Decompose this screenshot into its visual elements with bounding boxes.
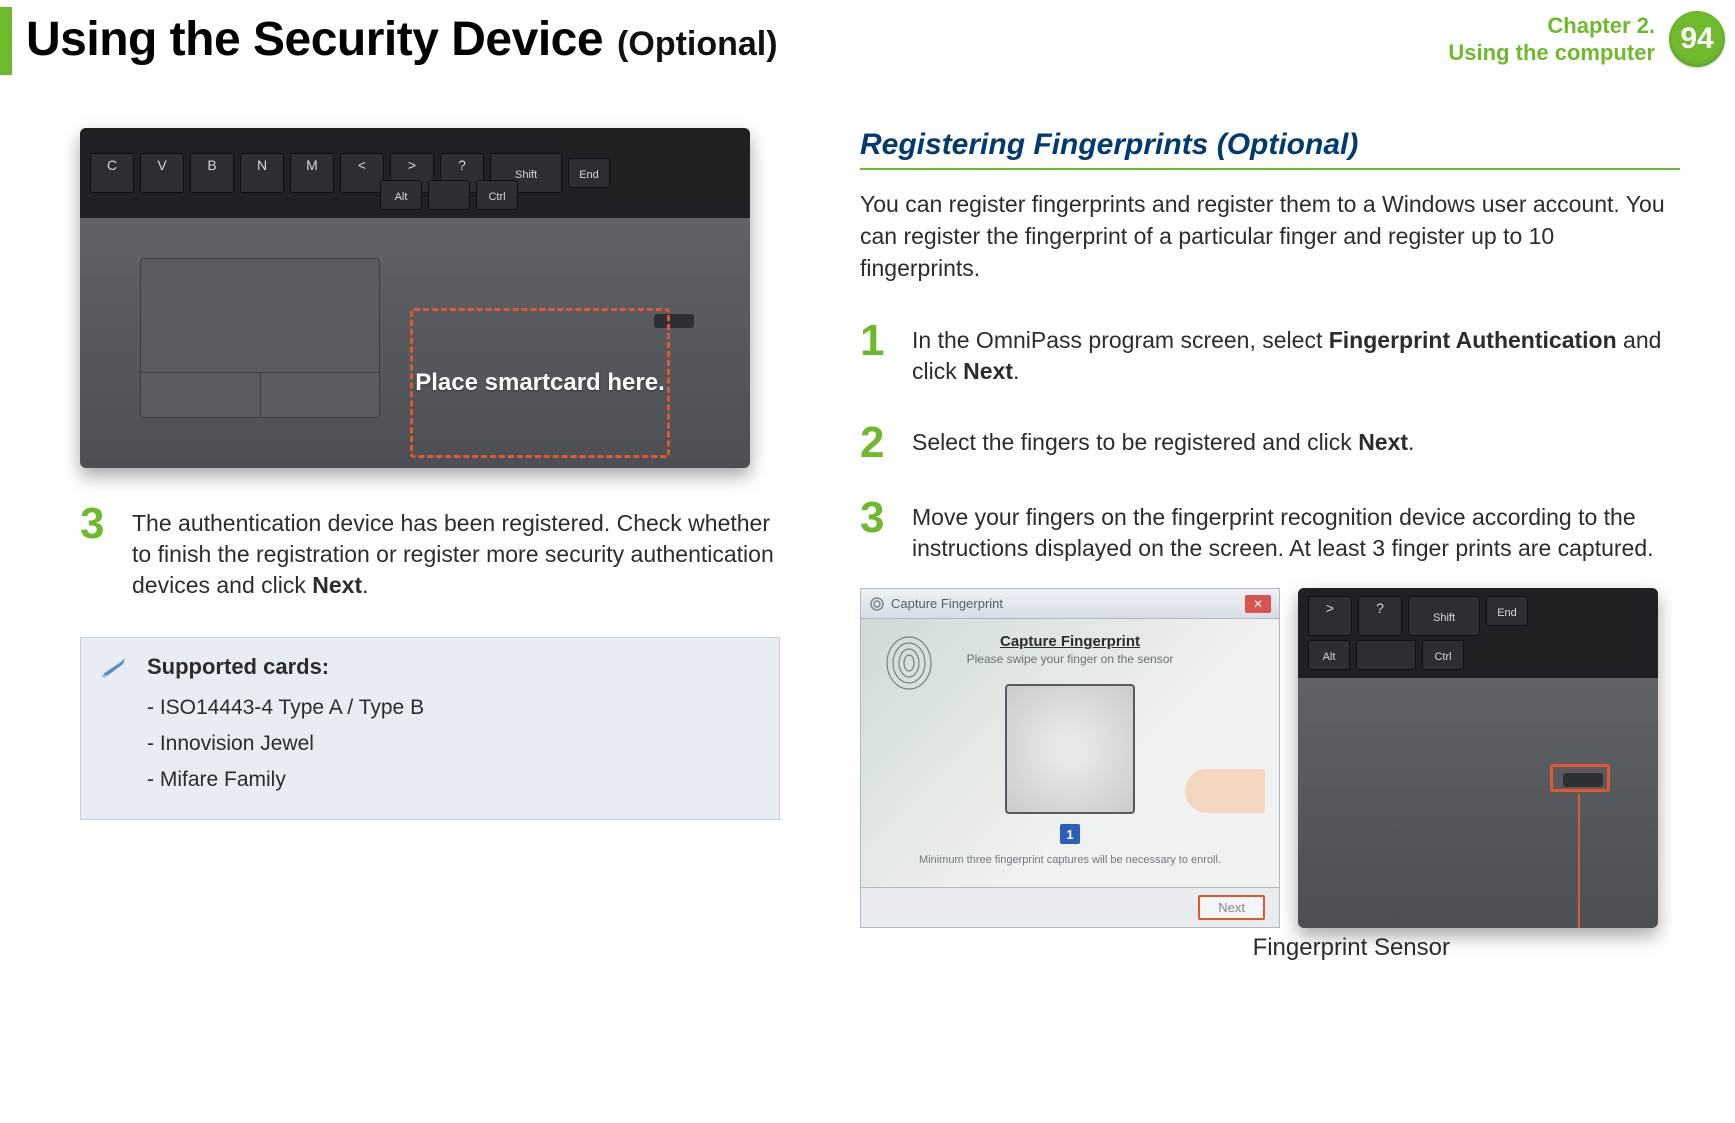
page-header: Using the Security Device (Optional) Cha… [0,0,1735,78]
callout-leader-line [1578,794,1580,928]
sensor-preview-box [1005,684,1135,814]
touchpad [140,258,380,418]
fingerprint-icon [869,596,885,612]
right-step-2: 2 Select the fingers to be registered an… [860,423,1680,463]
chapter-label: Chapter 2. Using the computer [1448,12,1655,67]
step-text: Move your fingers on the fingerprint rec… [912,498,1680,564]
supported-cards-note: Supported cards: - ISO14443-4 Type A / T… [80,637,780,820]
right-step-1: 1 In the OmniPass program screen, select… [860,321,1680,387]
section-title: Registering Fingerprints (Optional) [860,128,1680,170]
key-end: End [568,158,610,188]
fingerprint-sensor-highlight [1550,764,1610,792]
key-alt: Alt [1308,640,1350,670]
note-list: - ISO14443-4 Type A / Type B - Innovisio… [147,690,757,797]
step-text-segment: The authentication device has been regis… [132,510,774,598]
step-text-segment: In the OmniPass program screen, select [912,327,1329,353]
step-text-segment: Select the fingers to be registered and … [912,429,1358,455]
dialog-footer: Next [861,887,1279,927]
dialog-title: Capture Fingerprint [891,596,1003,611]
laptop-corner-illustration: > ? Shift End Alt Ctrl [1298,588,1658,928]
note-item: - Innovision Jewel [147,726,757,762]
step-number: 3 [860,498,890,564]
key-end: End [1486,596,1528,626]
key-ctrl: Ctrl [476,180,518,210]
step-number: 1 [860,321,890,387]
page-number-badge: 94 [1669,11,1725,67]
step-text-segment: . [362,572,368,598]
key: C [90,153,134,193]
key-blank [1356,640,1416,670]
dialog-titlebar: Capture Fingerprint ✕ [861,589,1279,619]
chapter-line-2: Using the computer [1448,39,1655,67]
content-area: C V B N M < > ? Shift End Alt Ctrl Place… [0,78,1735,928]
step-text-segment: . [1408,429,1414,455]
section-intro: You can register fingerprints and regist… [860,188,1680,285]
key-alt: Alt [380,180,422,210]
smartcard-zone-callout: Place smartcard here. [410,308,670,458]
key: V [140,153,184,193]
note-title: Supported cards: [147,654,757,680]
key: < [340,153,384,193]
step-text-bold: Next [963,358,1013,384]
page-title-optional: (Optional) [617,25,778,64]
dialog-footnote: Minimum three fingerprint captures will … [881,854,1259,866]
fingerprint-sensor-label: Fingerprint Sensor [1253,934,1450,962]
step-number: 2 [860,423,890,463]
key: > [1308,596,1352,636]
smartcard-zone-label: Place smartcard here. [415,367,664,398]
dialog-next-button[interactable]: Next [1198,895,1265,920]
bottom-illustration-row: Capture Fingerprint ✕ Capture Fingerprin… [860,588,1680,928]
close-icon[interactable]: ✕ [1245,595,1271,613]
step-text-bold: Fingerprint Authentication [1329,327,1617,353]
keyboard-row-corner-2: Alt Ctrl [1308,640,1464,670]
step-text-bold: Next [312,572,362,598]
laptop-illustration: C V B N M < > ? Shift End Alt Ctrl Place… [80,128,750,468]
capture-counter-badge: 1 [1060,824,1080,844]
chapter-line-1: Chapter 2. [1448,12,1655,40]
step-text-bold: Next [1358,429,1408,455]
header-accent-bar [0,7,12,75]
note-item: - Mifare Family [147,762,757,798]
right-step-3: 3 Move your fingers on the fingerprint r… [860,498,1680,564]
left-column: C V B N M < > ? Shift End Alt Ctrl Place… [80,128,780,928]
dialog-heading: Capture Fingerprint [881,633,1259,650]
keyboard-row-bottom: Alt Ctrl [380,180,518,210]
right-column: Registering Fingerprints (Optional) You … [860,128,1680,928]
key-shift: Shift [1408,596,1480,636]
key-blank [428,180,470,210]
step-text: Select the fingers to be registered and … [912,423,1414,463]
key: M [290,153,334,193]
hand-illustration [1185,769,1265,813]
page-title: Using the Security Device [26,12,603,67]
left-step-3: 3 The authentication device has been reg… [80,504,780,601]
step-text: The authentication device has been regis… [132,504,780,601]
key: ? [1358,596,1402,636]
step-text: In the OmniPass program screen, select F… [912,321,1680,387]
key-ctrl: Ctrl [1422,640,1464,670]
dialog-body: Capture Fingerprint Please swipe your fi… [861,619,1279,880]
key: N [240,153,284,193]
note-item: - ISO14443-4 Type A / Type B [147,690,757,726]
step-text-segment: . [1013,358,1019,384]
capture-fingerprint-dialog: Capture Fingerprint ✕ Capture Fingerprin… [860,588,1280,928]
header-right-block: Chapter 2. Using the computer 94 [1448,11,1735,67]
note-icon [99,656,127,680]
step-number: 3 [80,504,110,601]
dialog-subtext: Please swipe your finger on the sensor [881,652,1259,666]
key: B [190,153,234,193]
